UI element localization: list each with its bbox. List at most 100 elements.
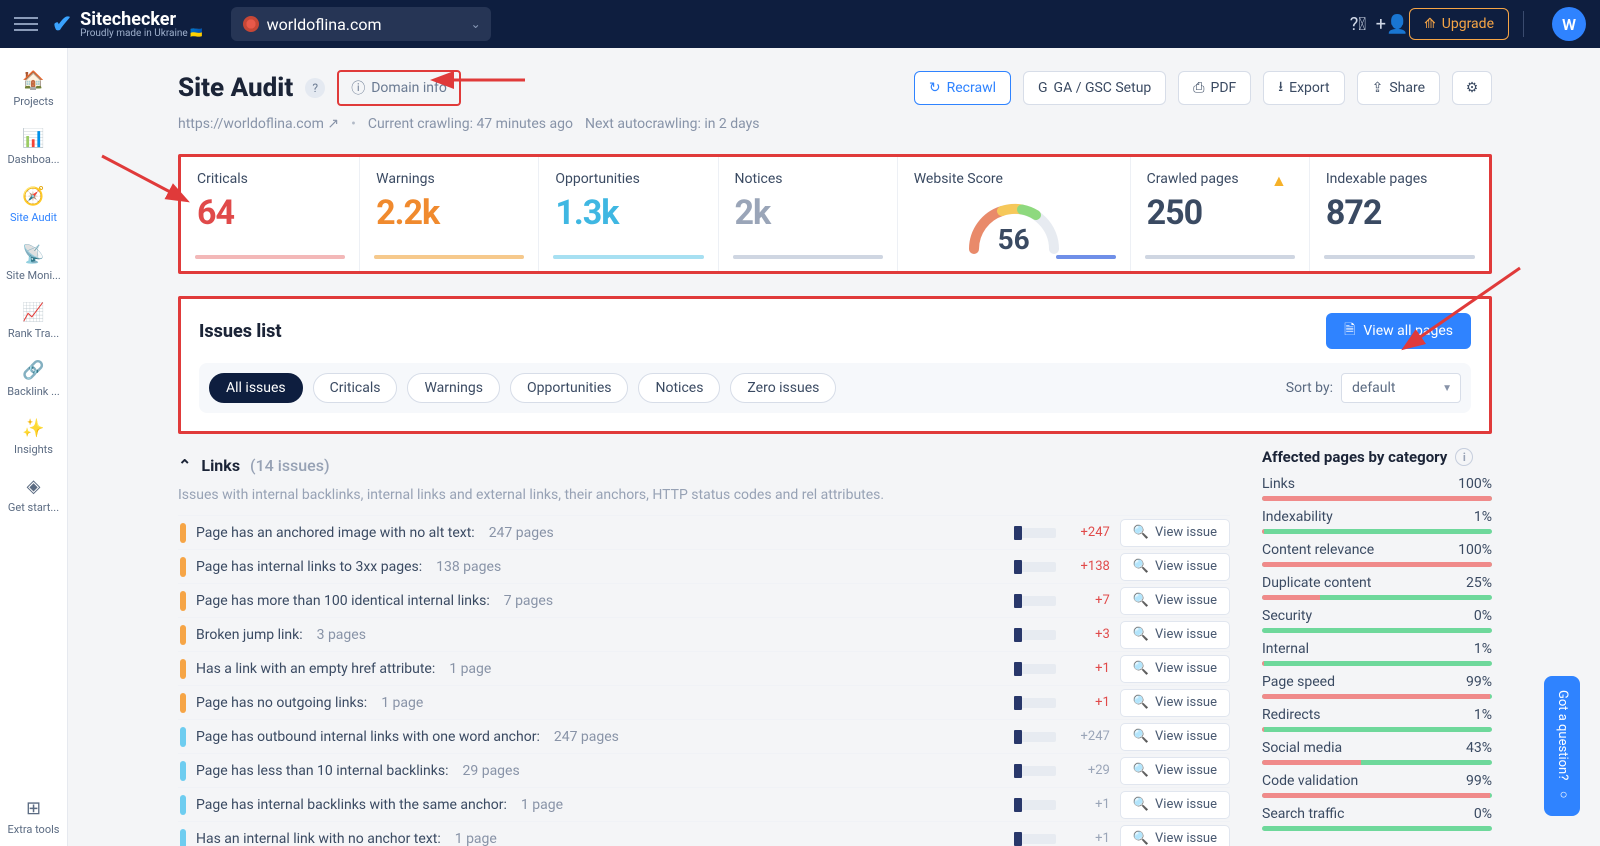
filter-chip-zero-issues[interactable]: Zero issues	[730, 373, 836, 403]
affected-row[interactable]: Duplicate content25%	[1262, 575, 1492, 600]
chevron-up-icon: ⌃	[178, 456, 191, 475]
filter-chip-warnings[interactable]: Warnings	[407, 373, 500, 403]
affected-bar	[1262, 661, 1492, 666]
sidebar-item-projects[interactable]: 🏠Projects	[4, 60, 64, 118]
btn-label: Recrawl	[947, 80, 996, 96]
view-issue-button[interactable]: 🔍View issue	[1120, 791, 1230, 819]
filter-chip-all-issues[interactable]: All issues	[209, 373, 303, 403]
add-user-icon[interactable]: +👤	[1375, 7, 1409, 41]
view-issue-button[interactable]: 🔍View issue	[1120, 757, 1230, 785]
view-issue-button[interactable]: 🔍View issue	[1120, 825, 1230, 846]
severity-indicator	[180, 625, 186, 645]
sidebar-icon: 📡	[22, 244, 44, 265]
stat-criticals[interactable]: Criticals 64	[181, 157, 360, 271]
ga-gsc-button[interactable]: GGA / GSC Setup	[1023, 71, 1166, 105]
filter-chip-opportunities[interactable]: Opportunities	[510, 373, 629, 403]
issue-title[interactable]: Page has an anchored image with no alt t…	[196, 525, 475, 541]
help-fab[interactable]: ○ Got a question?	[1544, 676, 1580, 816]
stat-score[interactable]: Website Score 56	[898, 157, 1131, 271]
share-button[interactable]: ⇪ Share	[1357, 71, 1440, 105]
info-icon[interactable]: i	[1455, 448, 1473, 466]
stat-indexable[interactable]: Indexable pages 872	[1310, 157, 1489, 271]
filter-chip-criticals[interactable]: Criticals	[313, 373, 398, 403]
affected-row[interactable]: Indexability1%	[1262, 509, 1492, 534]
sidebar-item-ranktra[interactable]: 📈Rank Tra...	[4, 292, 64, 350]
affected-row[interactable]: Internal1%	[1262, 641, 1492, 666]
btn-label: Share	[1389, 80, 1425, 96]
sidebar-item-siteaudit[interactable]: 🧭Site Audit	[4, 176, 64, 234]
site-url-link[interactable]: https://worldoflina.com ↗	[178, 116, 339, 132]
stat-warnings[interactable]: Warnings 2.2k	[360, 157, 539, 271]
avatar[interactable]: W	[1552, 7, 1586, 41]
sort-select[interactable]: default ▼	[1341, 373, 1461, 403]
view-issue-button[interactable]: 🔍View issue	[1120, 621, 1230, 649]
issue-title[interactable]: Page has less than 10 internal backlinks…	[196, 763, 449, 779]
btn-label: GA / GSC Setup	[1054, 80, 1152, 96]
issue-title[interactable]: Page has internal backlinks with the sam…	[196, 797, 507, 813]
view-issue-button[interactable]: 🔍View issue	[1120, 655, 1230, 683]
issue-title[interactable]: Page has no outgoing links:	[196, 695, 367, 711]
affected-row[interactable]: Content relevance100%	[1262, 542, 1492, 567]
issue-title[interactable]: Page has more than 100 identical interna…	[196, 593, 490, 609]
view-all-pages-button[interactable]: 🗎 View all pages	[1326, 313, 1471, 349]
view-issue-button[interactable]: 🔍View issue	[1120, 587, 1230, 615]
menu-icon[interactable]	[14, 12, 38, 36]
upgrade-button[interactable]: ⟰ Upgrade	[1409, 8, 1509, 40]
sidebar-item-dashboa[interactable]: 📊Dashboa...	[4, 118, 64, 176]
affected-label: Content relevance	[1262, 542, 1374, 558]
sidebar-item-sitemoni[interactable]: 📡Site Moni...	[4, 234, 64, 292]
info-icon[interactable]: ?	[305, 78, 325, 98]
pdf-icon: ⎙	[1193, 80, 1204, 96]
affected-row[interactable]: Page speed99%	[1262, 674, 1492, 699]
affected-row[interactable]: Code validation99%	[1262, 773, 1492, 798]
pdf-button[interactable]: ⎙PDF	[1178, 71, 1251, 105]
stat-crawled[interactable]: Crawled pages ▲ 250	[1131, 157, 1310, 271]
sidebar-item-extra-tools[interactable]: ⊞ Extra tools	[4, 788, 64, 846]
stat-opportunities[interactable]: Opportunities 1.3k	[539, 157, 718, 271]
help-icon[interactable]: ?⃝	[1341, 7, 1375, 41]
domain-info-label: Domain info	[371, 80, 447, 96]
settings-button[interactable]: ⚙	[1452, 71, 1492, 105]
issue-title[interactable]: Has a link with an empty href attribute:	[196, 661, 435, 677]
meta-row: https://worldoflina.com ↗ • Current craw…	[178, 116, 1492, 132]
affected-pct: 100%	[1458, 476, 1492, 492]
site-selector[interactable]: worldoflina.com ⌄	[231, 7, 491, 41]
affected-row[interactable]: Social media43%	[1262, 740, 1492, 765]
sidebar-item-insights[interactable]: ✨Insights	[4, 408, 64, 466]
view-issue-button[interactable]: 🔍View issue	[1120, 723, 1230, 751]
issue-row: Broken jump link:3 pages+3🔍View issue	[178, 617, 1230, 651]
crawl-current: Current crawling: 47 minutes ago	[368, 116, 573, 132]
mini-bar-icon	[1014, 596, 1056, 606]
domain-info-button[interactable]: ⓘ Domain info	[337, 70, 461, 106]
sidebar-item-backlink[interactable]: 🔗Backlink ...	[4, 350, 64, 408]
sidebar-item-getstart[interactable]: ◈Get start...	[4, 466, 64, 524]
filter-chip-notices[interactable]: Notices	[638, 373, 720, 403]
affected-row[interactable]: Security0%	[1262, 608, 1492, 633]
affected-row[interactable]: Search traffic0%	[1262, 806, 1492, 831]
affected-row[interactable]: Links100%	[1262, 476, 1492, 501]
severity-indicator	[180, 557, 186, 577]
issue-group-header[interactable]: ⌃ Links (14 issues)	[178, 448, 1230, 483]
affected-row[interactable]: Redirects1%	[1262, 707, 1492, 732]
share-icon: ⇪	[1372, 80, 1384, 96]
view-issue-button[interactable]: 🔍View issue	[1120, 553, 1230, 581]
brand-logo[interactable]: ✔ Sitechecker Proudly made in Ukraine 🇺🇦	[52, 9, 203, 39]
issue-title[interactable]: Page has internal links to 3xx pages:	[196, 559, 422, 575]
export-button[interactable]: ⭳Export	[1263, 71, 1344, 105]
view-issue-button[interactable]: 🔍View issue	[1120, 519, 1230, 547]
stat-label: Opportunities	[555, 171, 701, 187]
issue-title[interactable]: Has an internal link with no anchor text…	[196, 831, 441, 846]
issue-title[interactable]: Page has outbound internal links with on…	[196, 729, 540, 745]
view-issue-button[interactable]: 🔍View issue	[1120, 689, 1230, 717]
external-link-icon: ↗	[327, 116, 339, 132]
stat-notices[interactable]: Notices 2k	[719, 157, 898, 271]
recrawl-button[interactable]: ↻Recrawl	[914, 71, 1011, 105]
issue-title[interactable]: Broken jump link:	[196, 627, 303, 643]
issues-title: Issues list	[199, 321, 282, 342]
issue-delta: +29	[1066, 763, 1110, 778]
sidebar-icon: 📊	[22, 128, 44, 149]
mini-bar-icon	[1014, 528, 1056, 538]
search-icon: 🔍	[1133, 627, 1149, 642]
sidebar-icon: ✨	[22, 418, 44, 439]
filter-row: All issues Criticals Warnings Opportunities…	[199, 363, 1471, 413]
